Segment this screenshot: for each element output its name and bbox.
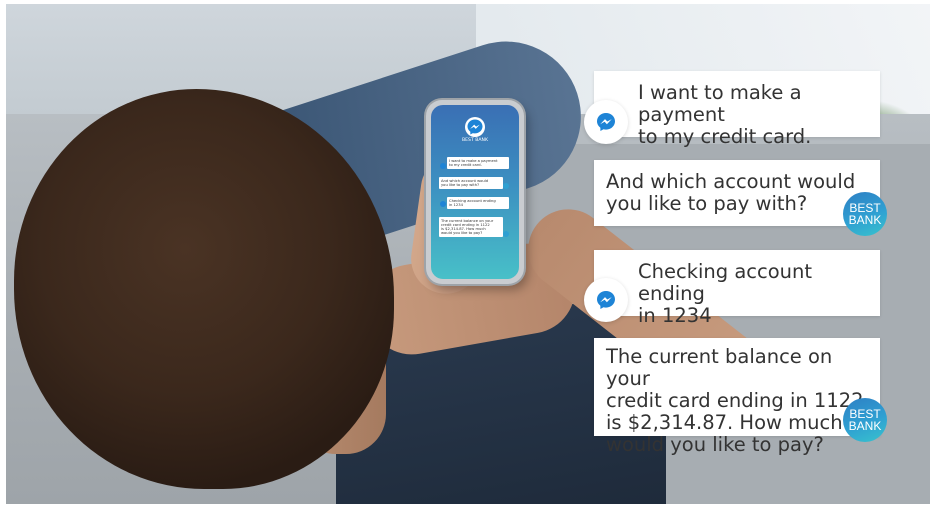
best-bank-logo: BEST BANK — [843, 398, 887, 442]
messenger-icon — [584, 100, 628, 144]
smartphone: BEST BANK I want to make a payment to my… — [426, 100, 524, 284]
bank-logo-icon — [503, 183, 509, 189]
bank-logo-icon — [503, 231, 509, 237]
chat-bubble-user-1: I want to make a payment to my credit ca… — [594, 71, 880, 148]
chat-message-text: And which account would you like to pay … — [606, 170, 856, 215]
bank-logo-line2: BANK — [848, 213, 882, 227]
chat-bubble-bank-2: The current balance on your credit card … — [594, 338, 880, 456]
phone-screen: BEST BANK I want to make a payment to my… — [431, 105, 519, 279]
messenger-icon — [440, 201, 446, 207]
chat-message-text: Checking account ending in 1234 — [638, 260, 813, 327]
phone-message-1: I want to make a payment to my credit ca… — [447, 157, 509, 169]
phone-message-4: The current balance on your credit card … — [439, 217, 503, 238]
chat-message-text: I want to make a payment to my credit ca… — [638, 81, 812, 148]
chat-message-text: The current balance on your credit card … — [606, 345, 864, 456]
messenger-icon — [465, 117, 485, 137]
phone-message-2: And which account would you like to pay … — [439, 177, 503, 189]
phone-message-3: Checking account ending in 1234 — [447, 197, 509, 209]
chat-bubble-user-2: Checking account ending in 1234 — [594, 250, 880, 327]
messenger-icon — [440, 163, 446, 169]
messenger-icon — [584, 278, 628, 322]
bank-logo-line2: BANK — [848, 419, 882, 433]
phone-bank-label: BEST BANK — [462, 138, 488, 143]
chat-bubble-bank-1: And which account would you like to pay … — [594, 160, 880, 226]
best-bank-logo: BEST BANK — [843, 192, 887, 236]
